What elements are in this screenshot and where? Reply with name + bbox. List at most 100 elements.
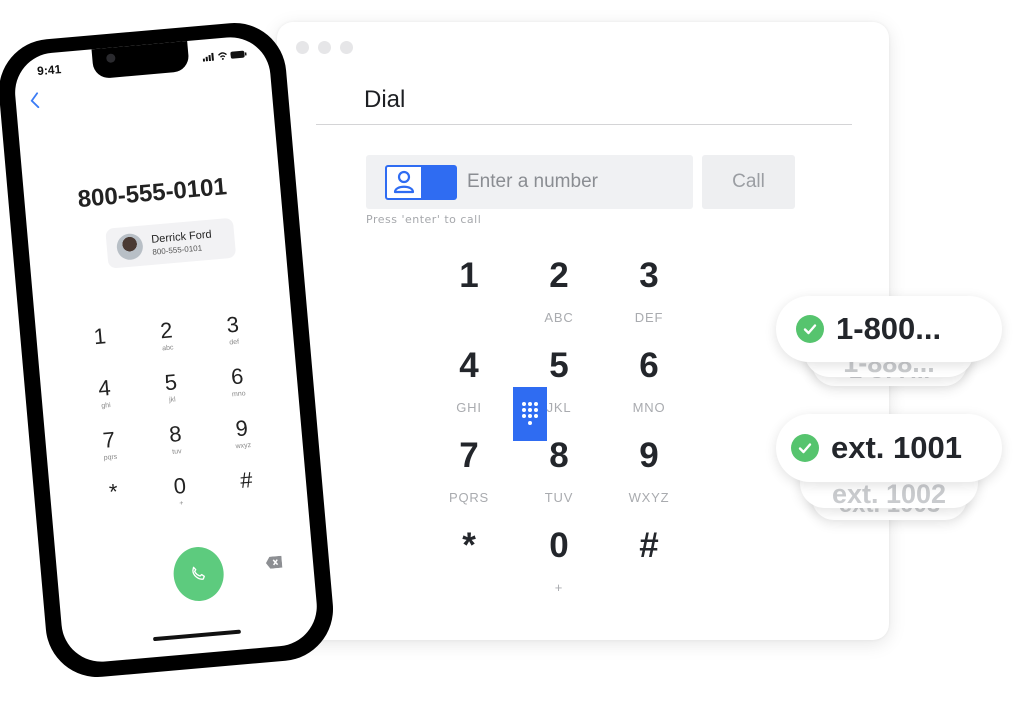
- key-digit: 2: [549, 256, 569, 295]
- phone-keypad-key[interactable]: 8 tuv: [141, 420, 212, 478]
- window-controls: [296, 41, 353, 54]
- phone-keypad-key[interactable]: 7 pqrs: [75, 425, 146, 483]
- key-letters: jkl: [168, 396, 176, 404]
- keypad-key[interactable]: 7 PQRS: [424, 434, 514, 524]
- battery-icon: [230, 50, 247, 59]
- key-letters: DEF: [634, 310, 664, 325]
- keypad-key[interactable]: 8 TUV: [514, 434, 604, 524]
- key-letters: +: [179, 500, 184, 508]
- key-digit: *: [462, 526, 476, 565]
- delete-button[interactable]: [265, 555, 283, 574]
- status-time: 9:41: [36, 62, 62, 79]
- key-digit: 2: [159, 317, 174, 344]
- keypad-key[interactable]: 0 +: [514, 524, 604, 614]
- key-digit: #: [639, 526, 659, 565]
- camera-icon: [105, 53, 116, 64]
- key-digit: #: [239, 467, 254, 493]
- phone-keypad: 1 2 abc 3 def 4 ghi 5 jkl 6 mno 7 pqrs 8 tuv 9 wxyz * 0 + #: [66, 310, 283, 535]
- keypad-key[interactable]: 2 ABC: [514, 254, 604, 344]
- status-icons: [202, 50, 247, 62]
- home-indicator: [152, 629, 241, 642]
- phone-keypad-key[interactable]: 9 wxyz: [208, 414, 279, 472]
- key-digit: 5: [549, 346, 569, 385]
- key-letters: ABC: [544, 310, 574, 325]
- key-digit: 7: [101, 426, 117, 453]
- phone-dialed-number: 800-555-0101: [76, 173, 228, 214]
- phone-keypad-key[interactable]: 1: [66, 322, 137, 380]
- key-letters: TUV: [544, 490, 574, 505]
- phone-keypad-key[interactable]: #: [212, 466, 283, 524]
- key-digit: 0: [549, 526, 569, 565]
- chip-text: 1-800...: [836, 311, 942, 346]
- contact-card[interactable]: Derrick Ford 800-555-0101: [105, 217, 237, 269]
- phone-keypad-key[interactable]: 6 mno: [203, 362, 274, 420]
- wifi-icon: [217, 52, 227, 60]
- avatar: [115, 232, 144, 261]
- key-letters: +: [554, 580, 564, 595]
- close-window-button[interactable]: [296, 41, 309, 54]
- phone-keypad-key[interactable]: 5 jkl: [137, 368, 208, 426]
- number-chip[interactable]: 1-800...: [776, 296, 1002, 362]
- contacts-mode-button[interactable]: [387, 166, 421, 198]
- key-letters: ghi: [101, 402, 111, 410]
- enter-hint: Press 'enter' to call: [366, 213, 482, 226]
- extension-chip[interactable]: ext. 1001: [776, 414, 1002, 482]
- key-letters: WXYZ: [628, 490, 670, 505]
- keypad-key[interactable]: 1: [424, 254, 514, 344]
- key-digit: 8: [549, 436, 569, 475]
- phone-screen: 9:41 800-555-0101 Derrick Ford 800-555-0…: [11, 34, 321, 665]
- minimize-window-button[interactable]: [318, 41, 331, 54]
- person-icon: [393, 170, 415, 194]
- maximize-window-button[interactable]: [340, 41, 353, 54]
- key-letters: def: [229, 338, 240, 347]
- check-circle-icon: [791, 434, 819, 462]
- key-digit: 9: [639, 436, 659, 475]
- keypad-key[interactable]: 9 WXYZ: [604, 434, 694, 524]
- key-digit: 4: [97, 375, 112, 401]
- key-digit: 6: [639, 346, 659, 385]
- keypad-key[interactable]: 4 GHI: [424, 344, 514, 434]
- dial-keypad: 1 2 ABC 3 DEF 4 GHI 5 JKL 6 MNO 7 PQRS 8 TUV 9 WXYZ * 0 + #: [424, 254, 694, 614]
- back-chevron-icon[interactable]: [29, 88, 41, 115]
- keypad-key[interactable]: 5 JKL: [514, 344, 604, 434]
- key-digit: 3: [225, 311, 240, 338]
- keypad-key[interactable]: 3 DEF: [604, 254, 694, 344]
- phone-keypad-key[interactable]: 2 abc: [132, 316, 203, 374]
- key-letters: mno: [231, 390, 246, 399]
- phone-keypad-key[interactable]: *: [79, 477, 150, 535]
- key-letters: PQRS: [448, 490, 490, 505]
- phone-mockup: 9:41 800-555-0101 Derrick Ford 800-555-0…: [0, 18, 338, 682]
- phone-number-input[interactable]: [467, 171, 687, 193]
- key-digit: 1: [92, 323, 108, 350]
- keypad-key[interactable]: *: [424, 524, 514, 614]
- key-letters: pqrs: [103, 453, 118, 462]
- key-letters: wxyz: [235, 441, 252, 451]
- phone-keypad-key[interactable]: 0 +: [146, 471, 217, 529]
- signal-icon: [202, 52, 214, 62]
- phone-icon: [192, 566, 205, 580]
- key-letters: GHI: [456, 400, 482, 415]
- dial-input-container: [366, 155, 693, 441]
- chip-text: ext. 1002: [831, 479, 947, 508]
- input-mode-toggle: [385, 164, 547, 441]
- keypad-key[interactable]: 6 MNO: [604, 344, 694, 434]
- key-digit: 9: [234, 415, 249, 442]
- key-digit: 8: [168, 421, 183, 447]
- key-digit: 1: [459, 256, 479, 295]
- phone-notch: [91, 38, 190, 80]
- call-button[interactable]: Call: [702, 155, 795, 209]
- key-letters: abc: [161, 344, 174, 353]
- key-letters: tuv: [171, 448, 182, 456]
- backspace-icon: [265, 555, 283, 569]
- key-digit: 5: [163, 369, 179, 396]
- check-circle-icon: [796, 315, 824, 343]
- page-title: Dial: [364, 86, 406, 113]
- phone-keypad-key[interactable]: 4 ghi: [70, 374, 141, 432]
- phone-keypad-key[interactable]: 3 def: [198, 310, 269, 368]
- key-digit: 7: [459, 436, 479, 475]
- key-letters: MNO: [632, 400, 666, 415]
- phone-call-button[interactable]: [171, 544, 226, 604]
- key-digit: 4: [459, 346, 479, 385]
- keypad-key[interactable]: #: [604, 524, 694, 614]
- key-digit: *: [108, 478, 119, 505]
